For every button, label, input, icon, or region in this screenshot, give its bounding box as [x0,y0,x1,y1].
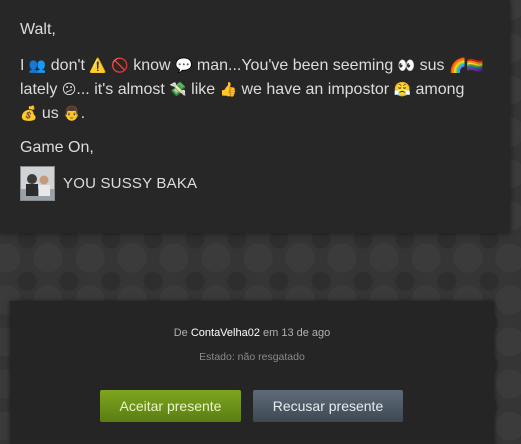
message-text: among [411,81,465,98]
emoji-icon: 👍 [219,82,238,98]
gift-action-panel: De ContaVelha02 em 13 de ago Estado: não… [10,301,494,444]
emoji-icon: 😤 [393,82,412,98]
gift-note-card: Walt, I 👥 don't ⚠️ 🚫 know 💬 man...You've… [0,0,510,233]
note-greeting: Walt, [20,21,56,38]
message-text: I [20,57,29,74]
sender-avatar[interactable] [20,166,55,201]
message-text: man...You've been seeming [192,57,398,74]
emoji-icon: 👥 [28,58,47,74]
message-text: don't [46,57,90,74]
gift-status: Estado: não resgatado [199,351,305,363]
emoji-icon: 🏳️‍🌈 [466,58,484,74]
message-text: sus [415,57,449,74]
emoji-icon: 😕 [61,82,77,98]
note-signoff: Game On, [20,139,94,156]
accept-gift-button[interactable]: Aceitar presente [100,390,241,422]
emoji-icon: 👨 [63,106,81,122]
gift-page-background: Walt, I 👥 don't ⚠️ 🚫 know 💬 man...You've… [0,0,521,444]
message-text: know [128,57,175,74]
emoji-icon: 💰 [20,106,38,122]
emoji-icon: 🚫 [111,58,129,74]
note-signature: YOU SUSSY BAKA [20,166,197,201]
message-text: lately [20,81,62,98]
from-date: em 13 de ago [263,327,331,339]
gift-from-line: De ContaVelha02 em 13 de ago [10,327,494,339]
emoji-icon: 👀 [397,58,416,74]
message-text: ... it's almost [76,81,170,98]
decline-gift-button[interactable]: Recusar presente [253,390,403,422]
emoji-icon: 💬 [175,58,193,74]
emoji-icon: 💸 [169,82,187,98]
message-text: us [37,105,64,122]
message-text: . [80,105,86,122]
emoji-icon: 🌈 [448,58,467,74]
from-prefix: De [173,327,188,339]
note-body: I 👥 don't ⚠️ 🚫 know 💬 man...You've been … [20,54,486,126]
from-user-link[interactable]: ContaVelha02 [191,327,260,339]
signature-name: YOU SUSSY BAKA [63,175,198,192]
emoji-icon: ⚠️ [89,58,107,74]
message-text: we have an impostor [237,81,394,98]
message-text: like [186,81,220,98]
